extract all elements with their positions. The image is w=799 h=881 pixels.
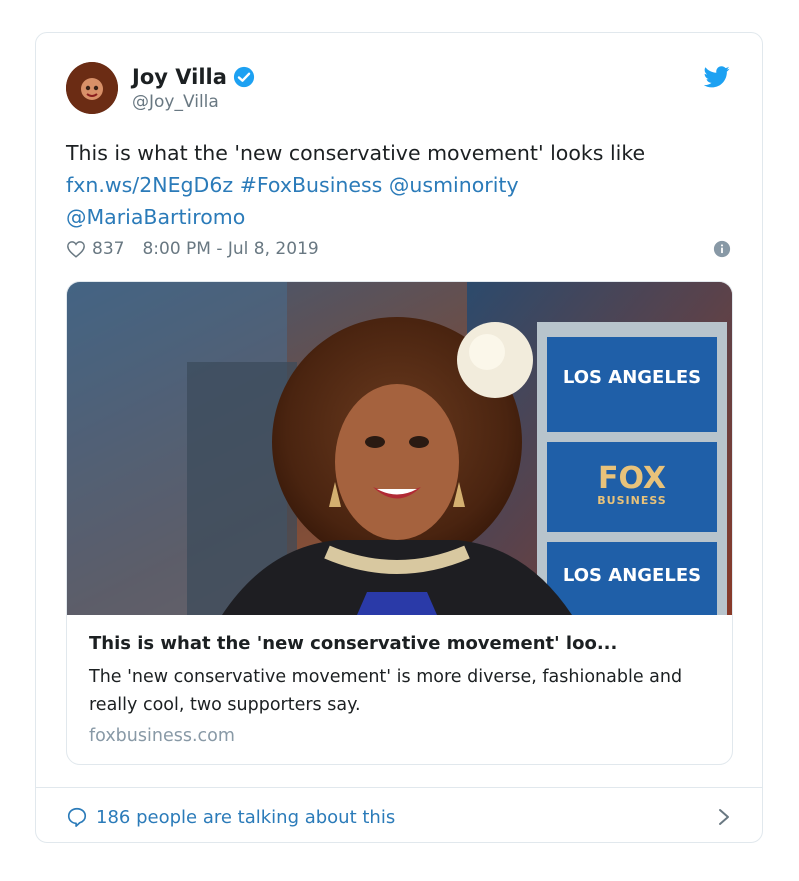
tweet-link[interactable]: fxn.ws/2NEgD6z <box>66 173 233 197</box>
sign-text-top: LOS ANGELES <box>562 367 702 388</box>
fox-business-logo: FOX BUSINESS <box>557 464 707 508</box>
tweet-embed-card: Joy Villa @Joy_Villa This is what the 'n… <box>35 32 763 843</box>
twitter-bird-icon[interactable] <box>704 66 730 88</box>
business-logo-text: BUSINESS <box>597 494 667 507</box>
fox-logo-text: FOX <box>597 461 667 496</box>
author-name-text[interactable]: Joy Villa <box>132 64 227 90</box>
avatar[interactable] <box>66 62 118 114</box>
timestamp[interactable]: 8:00 PM - Jul 8, 2019 <box>142 239 318 259</box>
info-icon[interactable] <box>713 240 731 258</box>
reply-bubble-icon <box>67 807 87 827</box>
author-name[interactable]: Joy Villa <box>132 64 255 90</box>
tweet-text: This is what the 'new conservative movem… <box>66 137 746 233</box>
mention-link-mariabartiromo[interactable]: @MariaBartiromo <box>66 205 245 229</box>
author-handle[interactable]: @Joy_Villa <box>132 91 219 113</box>
tweet-text-body: This is what the 'new conservative movem… <box>66 141 646 165</box>
sign-text-bottom: LOS ANGELES <box>562 565 702 586</box>
link-preview-description: The 'new conservative movement' is more … <box>89 667 683 715</box>
link-preview-title[interactable]: This is what the 'new conservative movem… <box>89 632 709 656</box>
hashtag-link[interactable]: #FoxBusiness <box>240 173 383 197</box>
link-preview-card[interactable]: LOS ANGELES FOX BUSINESS LOS ANGELES Thi… <box>66 281 733 765</box>
divider <box>36 787 762 788</box>
mention-link-usminority[interactable]: @usminority <box>389 173 519 197</box>
talking-count-link[interactable]: 186 people are talking about this <box>96 807 395 828</box>
heart-icon[interactable] <box>66 240 86 258</box>
like-count[interactable]: 837 <box>92 239 124 259</box>
verified-badge-icon <box>233 66 254 88</box>
link-preview-domain: foxbusiness.com <box>89 726 235 746</box>
link-preview-image[interactable]: LOS ANGELES FOX BUSINESS LOS ANGELES <box>67 282 732 615</box>
conversation-footer[interactable]: 186 people are talking about this <box>66 803 731 831</box>
chevron-right-icon[interactable] <box>717 807 731 827</box>
tweet-meta: 837 8:00 PM - Jul 8, 2019 <box>66 236 731 262</box>
